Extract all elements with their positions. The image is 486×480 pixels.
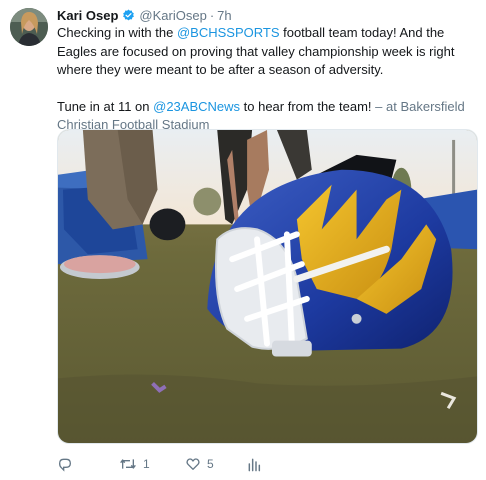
football-helmet-photo-icon xyxy=(58,130,477,443)
reply-button[interactable] xyxy=(57,454,119,474)
tweet-header: Kari Osep @KariOsep · 7h xyxy=(57,7,232,23)
text-segment: to hear from the team! xyxy=(240,98,376,114)
text-segment: Checking in with the xyxy=(57,25,177,40)
verified-badge-icon xyxy=(122,9,135,22)
heart-icon xyxy=(186,458,200,470)
retweet-button[interactable]: 1 xyxy=(119,454,185,474)
reply-icon xyxy=(58,458,72,472)
tweet: Kari Osep @KariOsep · 7h Checking in wit… xyxy=(0,0,486,480)
mention-link-bchssports[interactable]: @BCHSSPORTS xyxy=(177,25,280,40)
timestamp[interactable]: 7h xyxy=(217,8,231,23)
handle[interactable]: @KariOsep xyxy=(139,8,206,23)
tweet-paragraph: Checking in with the @BCHSSPORTS footbal… xyxy=(57,24,477,80)
retweet-count: 1 xyxy=(143,457,150,471)
analytics-icon xyxy=(248,458,261,472)
avatar[interactable] xyxy=(10,8,48,46)
tweet-text: Checking in with the @BCHSSPORTS footbal… xyxy=(57,24,477,135)
like-button[interactable]: 5 xyxy=(185,454,247,474)
analytics-button[interactable] xyxy=(247,454,261,474)
tweet-media-photo[interactable] xyxy=(57,129,478,444)
retweet-icon xyxy=(120,459,136,469)
like-count: 5 xyxy=(207,457,214,471)
display-name[interactable]: Kari Osep xyxy=(57,8,118,23)
mention-link-23abcnews[interactable]: @23ABCNews xyxy=(153,99,240,114)
separator-dot: · xyxy=(209,7,215,23)
tweet-actions: 1 5 xyxy=(57,454,261,474)
text-segment: Tune in at 11 on xyxy=(57,98,154,114)
